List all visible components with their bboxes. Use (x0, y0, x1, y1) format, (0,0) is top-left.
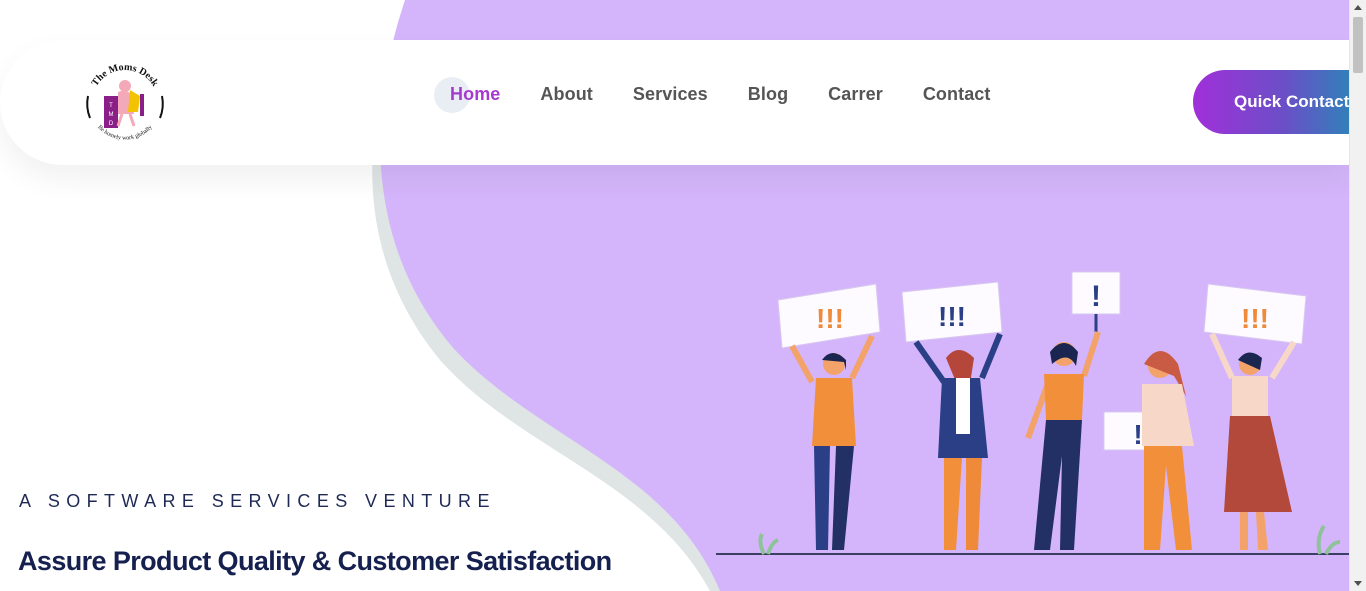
scroll-up-arrow-icon[interactable] (1354, 5, 1362, 10)
top-navbar: The Moms Desk Be homely work globally T … (0, 40, 1358, 165)
nav-contact[interactable]: Contact (923, 84, 991, 105)
svg-text:D: D (109, 121, 114, 127)
svg-text:!: ! (1133, 419, 1142, 450)
scroll-thumb[interactable] (1353, 17, 1363, 73)
nav-about[interactable]: About (540, 84, 592, 105)
svg-text:T: T (109, 103, 113, 109)
svg-text:!!!: !!! (1241, 303, 1269, 334)
women-holding-signs-illustration: !!! !!! ! ! !!! (716, 271, 1352, 555)
svg-text:!!!: !!! (816, 303, 844, 334)
hero-headline: Assure Product Quality & Customer Satisf… (18, 546, 612, 576)
plant-right-icon (1316, 524, 1341, 555)
scroll-down-arrow-icon[interactable] (1354, 581, 1362, 586)
svg-text:M: M (109, 112, 114, 118)
woman-3-figure: ! (1025, 271, 1121, 550)
nav-home[interactable]: Home (434, 77, 501, 113)
page-scrollbar[interactable] (1349, 0, 1366, 591)
woman-1-figure: !!! (777, 283, 881, 550)
nav-carrer[interactable]: Carrer (828, 84, 883, 105)
quick-contact-button[interactable]: Quick Contact (1193, 70, 1358, 134)
nav-services[interactable]: Services (633, 84, 708, 105)
plant-left-icon (758, 533, 779, 555)
svg-text:!: ! (1091, 280, 1101, 313)
hero-tagline: A SOFTWARE SERVICES VENTURE (19, 491, 496, 511)
main-nav: Home About Services Blog Carrer Contact (434, 77, 991, 113)
woman-2-figure: !!! (901, 281, 1003, 550)
woman-5-figure: !!! (1203, 283, 1307, 550)
nav-blog[interactable]: Blog (748, 84, 788, 105)
svg-text:!!!: !!! (938, 301, 966, 332)
woman-4-figure: ! (1103, 351, 1194, 550)
the-moms-desk-logo[interactable]: The Moms Desk Be homely work globally T … (78, 56, 172, 150)
nav-home-label: Home (450, 84, 501, 104)
